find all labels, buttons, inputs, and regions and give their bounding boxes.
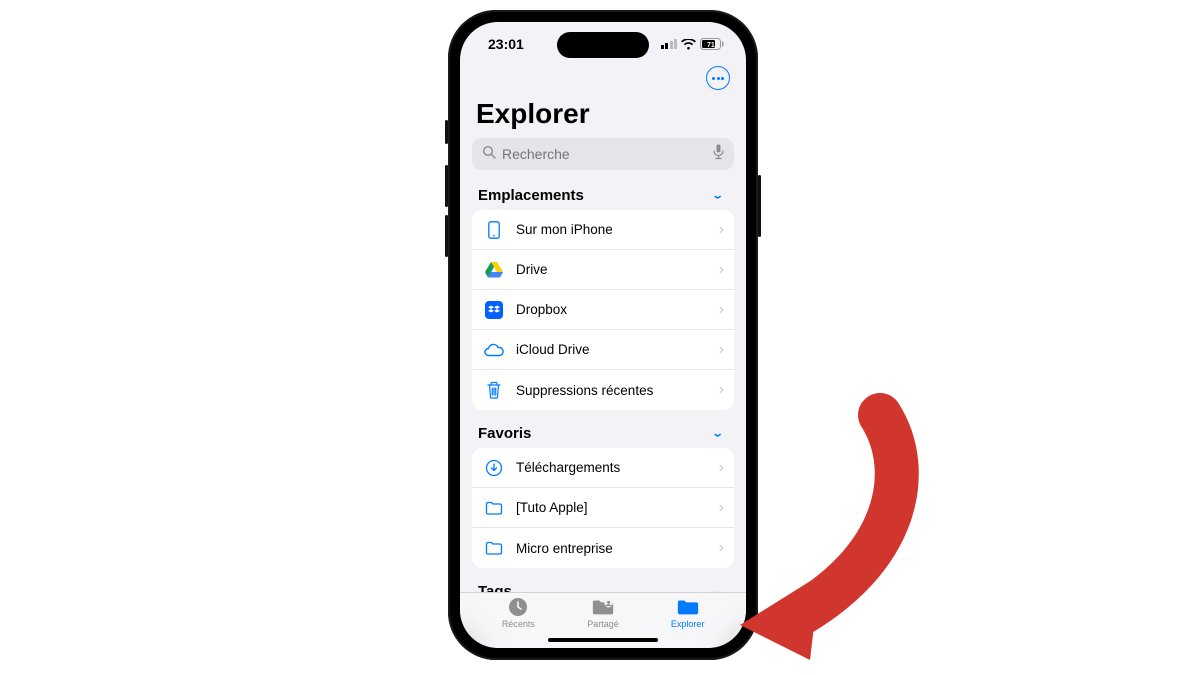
search-field[interactable]: [472, 138, 734, 170]
dynamic-island: [557, 32, 649, 58]
chevron-down-icon: ⌄: [711, 427, 724, 440]
chevron-down-icon: ⌄: [711, 189, 724, 202]
chevron-right-icon: ›: [719, 499, 724, 517]
folder-icon: [676, 597, 700, 617]
location-item-icloud[interactable]: iCloud Drive›: [472, 330, 734, 370]
chevron-right-icon: ›: [719, 539, 724, 557]
clock-icon: [506, 597, 530, 617]
iphone-icon: [484, 220, 504, 240]
section-title: Tags: [478, 583, 512, 593]
shared-folder-icon: [591, 597, 615, 617]
google-drive-icon: [484, 260, 504, 280]
favorite-item-downloads[interactable]: Téléchargements›: [472, 448, 734, 488]
favorite-item-tuto[interactable]: [Tuto Apple]›: [472, 488, 734, 528]
locations-list: Sur mon iPhone› Drive› Dropbox› iCloud D…: [472, 210, 734, 410]
phone-frame: 23:01 71 Explorer: [448, 10, 758, 660]
chevron-right-icon: ›: [719, 381, 724, 399]
battery-icon: 71: [700, 38, 724, 50]
chevron-right-icon: ›: [719, 301, 724, 319]
icloud-icon: [484, 340, 504, 360]
chevron-down-icon: ⌄: [711, 585, 724, 592]
more-options-button[interactable]: [706, 66, 730, 90]
section-title: Favoris: [478, 425, 531, 442]
search-icon: [482, 145, 496, 164]
favorite-item-micro[interactable]: Micro entreprise›: [472, 528, 734, 568]
trash-icon: [484, 380, 504, 400]
microphone-icon[interactable]: [713, 144, 724, 165]
download-icon: [484, 458, 504, 478]
home-indicator[interactable]: [548, 638, 658, 642]
favorites-list: Téléchargements› [Tuto Apple]› Micro ent…: [472, 448, 734, 568]
location-item-dropbox[interactable]: Dropbox›: [472, 290, 734, 330]
location-item-trash[interactable]: Suppressions récentes›: [472, 370, 734, 410]
page-title: Explorer: [460, 96, 746, 138]
chevron-right-icon: ›: [719, 341, 724, 359]
folder-icon: [484, 498, 504, 518]
folder-icon: [484, 538, 504, 558]
section-title: Emplacements: [478, 187, 584, 204]
cellular-icon: [661, 39, 678, 49]
section-header-locations[interactable]: Emplacements ⌄: [460, 176, 746, 210]
dropbox-icon: [484, 300, 504, 320]
status-time: 23:01: [488, 36, 524, 52]
location-item-iphone[interactable]: Sur mon iPhone›: [472, 210, 734, 250]
location-item-drive[interactable]: Drive›: [472, 250, 734, 290]
phone-screen: 23:01 71 Explorer: [460, 22, 746, 648]
section-header-favorites[interactable]: Favoris ⌄: [460, 414, 746, 448]
section-header-tags[interactable]: Tags ⌄: [460, 572, 746, 592]
svg-text:71: 71: [707, 42, 715, 49]
chevron-right-icon: ›: [719, 261, 724, 279]
search-input[interactable]: [502, 146, 707, 162]
tab-explorer[interactable]: Explorer: [645, 597, 730, 648]
chevron-right-icon: ›: [719, 221, 724, 239]
chevron-right-icon: ›: [719, 459, 724, 477]
wifi-icon: [681, 39, 696, 50]
